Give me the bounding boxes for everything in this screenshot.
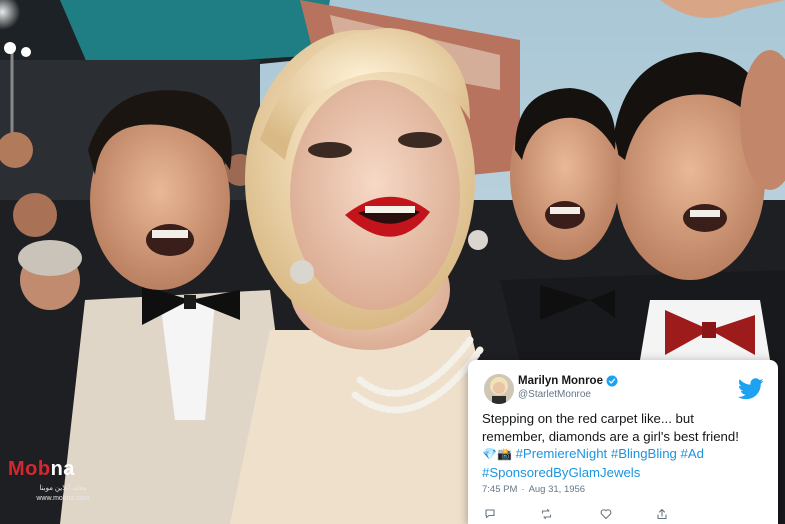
watermark-url: www.mobna.com	[36, 495, 90, 502]
watermark: Mobna مجله آنلاین موبنا www.mobna.com	[8, 458, 118, 508]
watermark-subtitle: مجله آنلاین موبنا	[39, 485, 87, 492]
display-name[interactable]: Marilyn Monroe	[518, 375, 603, 387]
camera-icon: 📸	[496, 447, 512, 461]
retweet-icon[interactable]	[540, 508, 553, 520]
like-icon[interactable]	[600, 508, 612, 520]
gem-icon: 💎	[482, 447, 497, 461]
meta-separator: ·	[521, 484, 525, 495]
reply-icon[interactable]	[484, 508, 496, 520]
user-handle[interactable]: @StarletMonroe	[518, 389, 591, 400]
tweet-date: Aug 31, 1956	[528, 484, 586, 495]
watermark-logo-part: na	[50, 458, 75, 480]
tweet-text-line: remember, diamonds are a girl's best fri…	[482, 428, 739, 444]
tweet-text-line: Stepping on the red carpet like... but	[482, 411, 694, 426]
watermark-logo: Mobna	[8, 458, 75, 481]
tweet-actions	[484, 508, 684, 522]
hashtag-link[interactable]: #SponsoredByGlamJewels	[482, 465, 640, 480]
hashtag-link[interactable]: #PremiereNight	[516, 446, 608, 461]
verified-badge-icon	[606, 375, 618, 387]
tweet-text: Stepping on the red carpet like... but r…	[482, 410, 772, 481]
hashtag-link[interactable]: #BlingBling	[611, 446, 677, 461]
tweet-timestamp[interactable]: 7:45 PM · Aug 31, 1956	[482, 484, 589, 495]
tweet-time: 7:45 PM	[482, 484, 518, 495]
share-icon[interactable]	[656, 508, 668, 520]
avatar[interactable]	[484, 374, 514, 404]
hashtag-link[interactable]: #Ad	[681, 446, 704, 461]
twitter-bird-icon[interactable]	[738, 378, 764, 400]
watermark-logo-part: Mob	[8, 458, 51, 480]
tweet-card[interactable]: Marilyn Monroe @StarletMonroe Stepping o…	[468, 360, 778, 524]
